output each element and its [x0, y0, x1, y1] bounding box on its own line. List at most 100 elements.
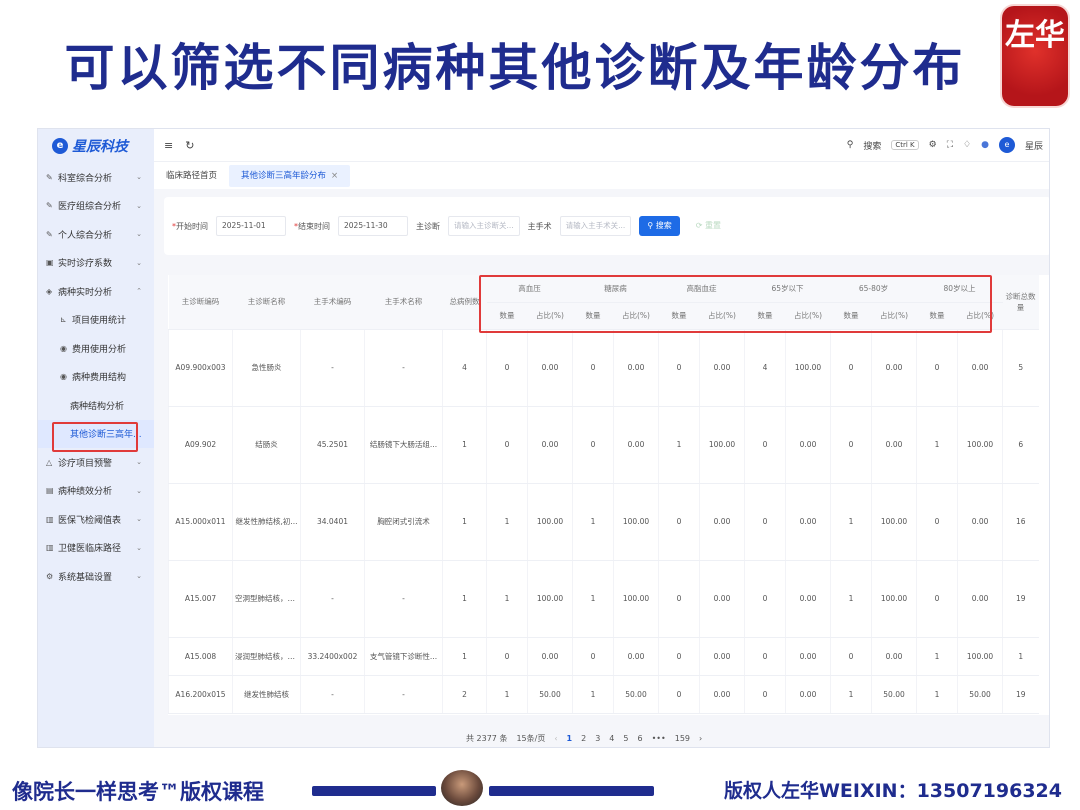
next-page-button[interactable]: › — [699, 734, 702, 743]
tab-close-icon[interactable]: × — [331, 171, 338, 181]
brand-avatar[interactable]: e — [998, 137, 1015, 153]
sidebar-item-6[interactable]: ◉ 费用使用分析 — [38, 334, 154, 363]
table-cell: 1 — [442, 406, 487, 484]
table-cell: 1 — [442, 560, 487, 638]
fullscreen-icon[interactable]: ⛶ — [947, 140, 953, 150]
sidebar-item-label: 系统基础设置 — [58, 572, 113, 583]
start-date-input[interactable]: 2025-11-01 — [216, 216, 286, 236]
refresh-icon[interactable]: ↻ — [185, 139, 194, 152]
sidebar-item-1[interactable]: ✎ 医疗组综合分析 ⌄ — [38, 192, 154, 221]
table-cell: 0 — [658, 483, 700, 561]
logo-text: 星辰科技 — [72, 138, 128, 154]
sidebar-item-3[interactable]: ▣ 实时诊疗系数 ⌄ — [38, 249, 154, 278]
column-header: 主诊断名称 — [232, 275, 301, 330]
table-row[interactable]: A15.008 浸润型肺结核，痰... 33.2400x002 支气管镜下诊断性...… — [168, 637, 1039, 676]
table-cell: 2 — [442, 675, 487, 714]
end-date-input[interactable]: 2025-11-30 — [338, 216, 408, 236]
sidebar-item-label: 个人综合分析 — [58, 230, 113, 241]
sidebar-item-label: 卫健医临床路径 — [58, 544, 122, 555]
table-row[interactable]: A09.900x003 急性肠炎 - -4 0 0.00 0 0.00 0 0.00 4 100.00… — [168, 329, 1039, 407]
table-cell: 1 — [830, 675, 872, 714]
sub-header: 占比(%) — [785, 302, 831, 330]
sidebar-item-label: 病种费用结构 — [72, 373, 127, 384]
table-cell: - — [300, 560, 365, 638]
main-operation-input[interactable]: 请输入主手术关... — [559, 216, 632, 236]
table-cell: 0 — [916, 329, 958, 407]
sidebar-item-11[interactable]: ▤ 病种绩效分析 ⌄ — [38, 477, 154, 506]
table-cell: 空洞型肺结核，痰... — [232, 560, 301, 638]
table-cell: 1 — [486, 675, 528, 714]
sidebar-item-label: 其他诊断三高年... — [70, 430, 142, 441]
page-number-button[interactable]: 6 — [637, 734, 642, 743]
global-search-label[interactable]: 搜索 — [863, 139, 881, 152]
sidebar-item-8[interactable]: 病种结构分析 — [38, 391, 154, 420]
table-row[interactable]: A16.200x015 继发性肺结核 - -2 1 50.00 1 50.00 0 0.00 0 0.… — [168, 675, 1039, 714]
sidebar-item-label: 项目使用统计 — [72, 316, 127, 327]
table-cell: A16.200x015 — [168, 675, 233, 714]
sidebar-item-label: 医疗组综合分析 — [58, 202, 122, 213]
page-number-button[interactable]: 3 — [595, 734, 600, 743]
page-number-button[interactable]: 4 — [609, 734, 614, 743]
menu-toggle-icon[interactable]: ≡ — [164, 139, 173, 152]
search-icon[interactable]: ⚲ — [847, 140, 854, 150]
user-name[interactable]: 星辰 — [1025, 139, 1043, 152]
table-cell: 0 — [658, 637, 700, 676]
table-cell: 0.00 — [871, 406, 917, 484]
sidebar: e 星辰科技 ✎ 科室综合分析 ⌄ ✎ 医疗组综合分析 ⌄ ✎ 个人综合分析 ⌄ ▣ 实时诊疗系数 ⌄… — [38, 129, 154, 747]
sidebar-item-12[interactable]: ▥ 医保飞检阈值表 ⌄ — [38, 505, 154, 534]
prev-page-button[interactable]: ‹ — [554, 734, 557, 743]
table-row[interactable]: A15.007 空洞型肺结核，痰... - -1 1 100.00 1 100.00 0 0.00… — [168, 560, 1039, 638]
sidebar-item-13[interactable]: ▥ 卫健医临床路径 ⌄ — [38, 534, 154, 563]
sidebar-item-7[interactable]: ◉ 病种费用结构 — [38, 363, 154, 392]
page-number-button[interactable]: 1 — [567, 734, 573, 743]
tab-clinical-path-home[interactable]: 临床路径首页 — [154, 165, 229, 187]
reset-button[interactable]: ⟳ 重置 — [688, 216, 729, 236]
table-cell: 0 — [658, 675, 700, 714]
tab-other-diagnosis[interactable]: 其他诊断三高年龄分布 × — [229, 164, 351, 187]
app-logo[interactable]: e 星辰科技 — [38, 129, 154, 163]
sidebar-menu: ✎ 科室综合分析 ⌄ ✎ 医疗组综合分析 ⌄ ✎ 个人综合分析 ⌄ ▣ 实时诊疗系数 ⌄ ◈ 病种实时分析… — [38, 163, 154, 591]
menu-icon: ▣ — [46, 258, 54, 268]
settings-icon[interactable]: ⚙ — [929, 140, 937, 150]
table-cell: A09.902 — [168, 406, 233, 484]
seal-text: 左华 — [1005, 18, 1065, 53]
table-cell: 0 — [744, 560, 786, 638]
main-diagnosis-input[interactable]: 请输入主诊断关... — [448, 216, 520, 236]
table-row[interactable]: A09.902 结肠炎 45.2501 结肠镜下大肠活组... 1 0 0.00 0 0.00 1… — [168, 406, 1039, 484]
table-cell: 0.00 — [784, 675, 831, 714]
table-cell: 1 — [916, 406, 958, 484]
pager-ellipsis[interactable]: ••• — [652, 734, 666, 743]
sidebar-item-14[interactable]: ⚙ 系统基础设置 ⌄ — [38, 562, 154, 591]
table-row[interactable]: A15.000x011 继发性肺结核,初... 34.0401 胸腔闭式引流术 1 1 10… — [168, 483, 1039, 561]
table-cell: 胸腔闭式引流术 — [364, 483, 443, 561]
table-cell: 0.00 — [784, 483, 831, 561]
table-cell: 0 — [486, 637, 528, 676]
page-size-select[interactable]: 15条/页 — [516, 733, 545, 744]
sidebar-item-0[interactable]: ✎ 科室综合分析 ⌄ — [38, 163, 154, 192]
sidebar-item-9[interactable]: 其他诊断三高年... — [38, 419, 154, 448]
page-number-button[interactable]: 2 — [581, 734, 586, 743]
search-button[interactable]: ⚲ 搜索 — [639, 216, 680, 236]
footer-course-title: 像院长一样思考™版权课程 — [12, 780, 264, 804]
bell-icon[interactable]: ♢ — [963, 140, 971, 150]
sidebar-item-4[interactable]: ◈ 病种实时分析 ⌃ — [38, 277, 154, 306]
chevron-icon: ⌄ — [136, 173, 142, 182]
user-avatar-icon[interactable]: ● — [981, 140, 989, 150]
sidebar-item-5[interactable]: ⊾ 项目使用统计 — [38, 306, 154, 335]
table-cell: - — [364, 675, 443, 714]
table-cell: 继发性肺结核,初... — [232, 483, 301, 561]
table-cell: 50.00 — [613, 675, 659, 714]
group-header: 高脂血症 — [658, 275, 745, 303]
logo-icon: e — [52, 138, 68, 154]
sidebar-item-10[interactable]: △ 诊疗项目预警 ⌄ — [38, 448, 154, 477]
page-number-button[interactable]: 5 — [623, 734, 628, 743]
sub-header: 数量 — [830, 302, 872, 330]
table-cell: 0.00 — [957, 329, 1003, 407]
last-page-button[interactable]: 159 — [675, 734, 690, 743]
sidebar-item-2[interactable]: ✎ 个人综合分析 ⌄ — [38, 220, 154, 249]
table-cell: 0 — [744, 675, 786, 714]
sub-header: 占比(%) — [613, 302, 659, 330]
table-cell: 0 — [830, 406, 872, 484]
start-time-label: *开始时间 — [172, 221, 208, 231]
chevron-icon: ⌄ — [136, 458, 142, 467]
